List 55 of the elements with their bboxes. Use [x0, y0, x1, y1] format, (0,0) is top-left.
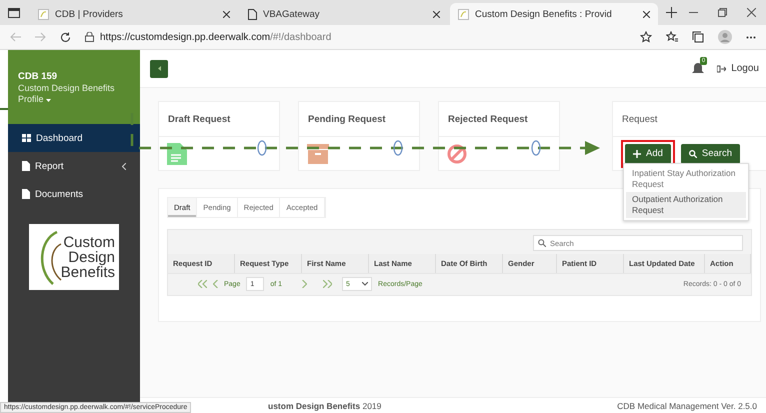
search-icon — [688, 150, 697, 158]
sidebar-item[interactable]: Documents — [8, 180, 140, 208]
tab-actions-icon[interactable] — [8, 8, 20, 18]
oval-marker — [531, 140, 541, 156]
caret-icon — [158, 66, 160, 71]
restore-icon[interactable] — [718, 8, 727, 17]
close-icon[interactable] — [643, 10, 650, 18]
star-add-icon[interactable] — [640, 31, 652, 43]
search-button[interactable]: Search — [680, 144, 740, 164]
caret-icon — [46, 98, 52, 102]
browser-tab[interactable]: Custom Design Benefits : Provid — [450, 3, 658, 25]
logout-icon — [717, 64, 726, 72]
user-id: CDB 159 — [18, 70, 58, 82]
bell-icon[interactable] — [692, 62, 704, 75]
oval-marker — [257, 140, 267, 156]
refresh-icon[interactable] — [60, 32, 71, 42]
grid-icon — [22, 134, 31, 142]
oval-marker — [393, 140, 403, 156]
sidebar-item[interactable]: Report — [8, 152, 140, 180]
sidebar-toggle-button[interactable] — [150, 60, 168, 78]
leaf-icon — [458, 8, 469, 20]
card-title: Draft Request — [168, 114, 230, 124]
file-icon — [22, 161, 30, 171]
page-icon — [248, 8, 257, 20]
organization-name: Custom Design Benefits — [18, 82, 116, 92]
logout-link[interactable]: Logou — [717, 63, 759, 74]
close-icon[interactable] — [433, 10, 440, 18]
address-field[interactable]: https://customdesign.pp.deerwalk.com/#!/dashboard — [100, 32, 332, 42]
card-title: Request — [622, 114, 658, 124]
browser-tab[interactable]: CDB | Providers — [30, 3, 238, 25]
browser-tab[interactable]: VBAGateway — [240, 3, 448, 25]
avatar-icon[interactable] — [718, 30, 732, 44]
card-title: Rejected Request — [448, 114, 528, 124]
leaf-icon — [38, 8, 49, 20]
version-text: CDB Medical Management Ver. 2.5.0 — [617, 400, 757, 410]
card-title: Pending Request — [308, 114, 386, 124]
menu-item[interactable]: Outpatient Authorization Request — [626, 192, 746, 218]
plus-icon — [633, 150, 641, 158]
collections-icon[interactable] — [692, 31, 704, 43]
close-icon[interactable] — [747, 8, 756, 17]
document-icon — [167, 142, 187, 164]
company-logo: Custom Design Benefits — [29, 224, 119, 290]
lock-icon[interactable] — [85, 32, 94, 42]
menu-item[interactable]: Inpatient Stay Authorization Request — [626, 166, 746, 192]
new-tab-icon[interactable] — [666, 7, 677, 18]
more-icon[interactable] — [746, 36, 756, 38]
archive-box-icon — [307, 144, 329, 164]
close-icon[interactable] — [223, 10, 230, 18]
favorites-icon[interactable] — [666, 31, 678, 43]
prohibited-icon — [447, 144, 467, 164]
chevron-down-icon — [362, 282, 368, 286]
add-button[interactable]: Add — [625, 144, 671, 164]
search-icon — [538, 239, 546, 247]
sidebar-item[interactable]: Dashboard — [8, 124, 140, 152]
file-icon — [22, 189, 30, 199]
